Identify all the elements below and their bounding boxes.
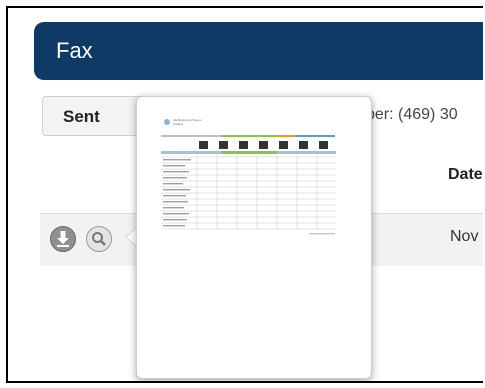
page-header: Fax <box>34 22 483 80</box>
brand-logo-icon <box>164 119 170 125</box>
color-band-orange <box>277 135 295 137</box>
preview-popover: GE Business Phones Catalog <box>136 96 372 379</box>
document-thumbnail: GE Business Phones Catalog <box>159 113 345 253</box>
document-subtitle: Catalog <box>173 122 184 126</box>
color-band-blue <box>295 135 335 137</box>
row-date: Nov <box>450 228 479 245</box>
magnifier-icon[interactable] <box>86 226 112 252</box>
page-title: Fax <box>56 38 93 63</box>
date-column-header[interactable]: Date <box>448 166 483 184</box>
fax-number-text: ber: (469) 30 <box>366 106 458 123</box>
download-icon[interactable] <box>50 226 76 252</box>
color-band-green <box>221 135 277 137</box>
sent-tab-label: Sent <box>63 107 100 126</box>
app-frame: Fax Sent ber: (469) 30 Date Nov GE Busin… <box>6 6 483 383</box>
